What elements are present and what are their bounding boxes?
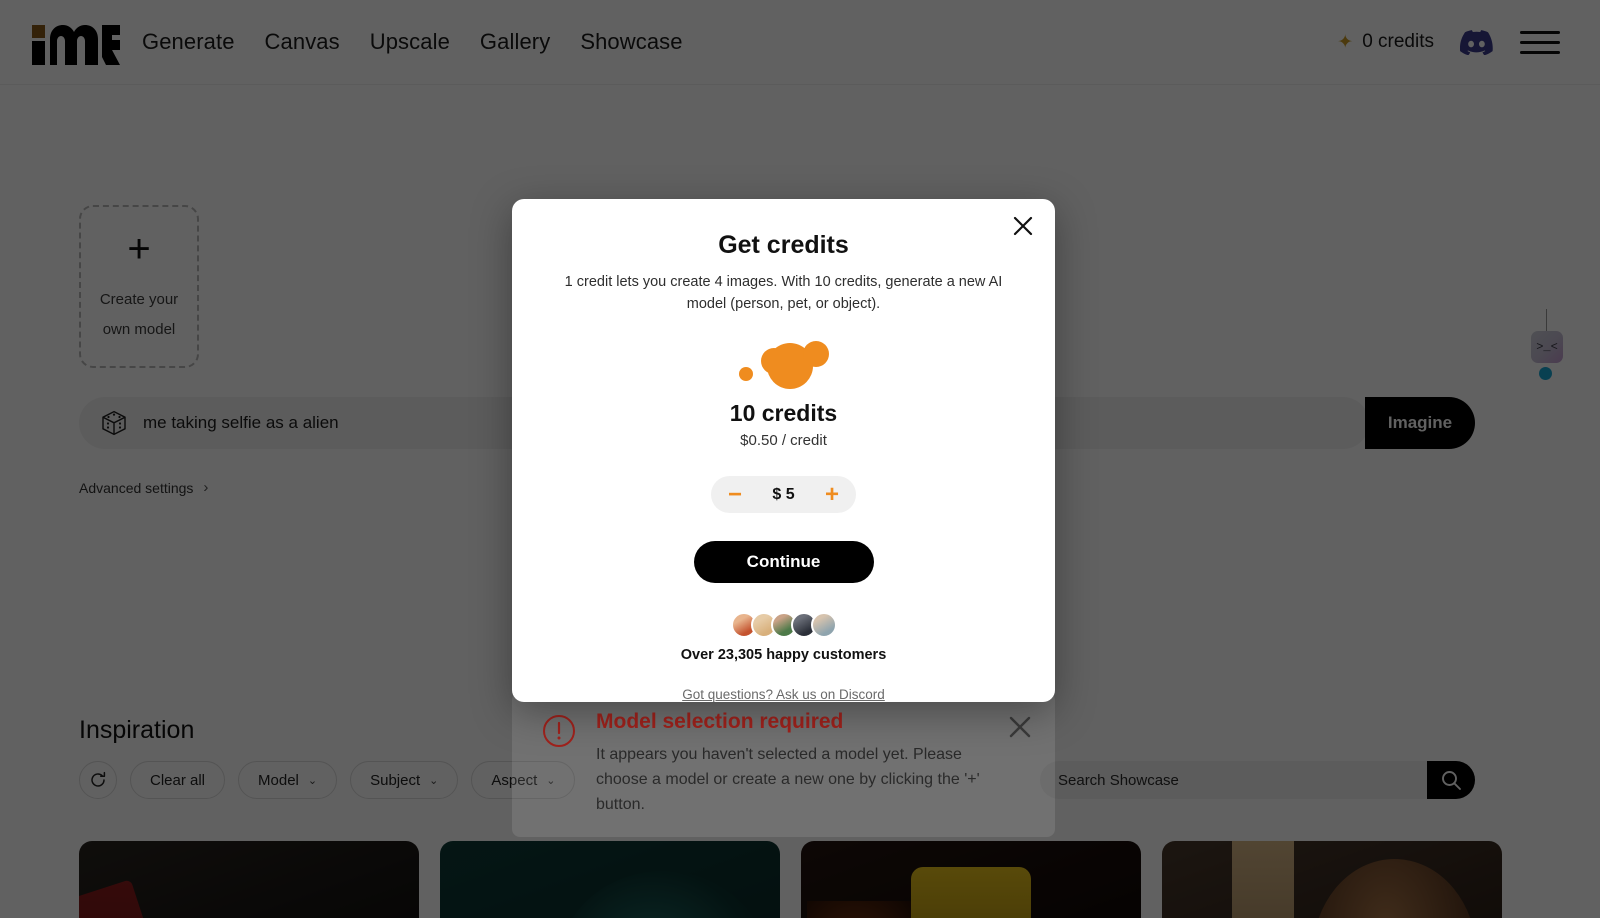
stepper-decrease-button[interactable]: − xyxy=(728,482,742,507)
stepper-increase-button[interactable]: + xyxy=(825,482,839,507)
social-proof-label: Over 23,305 happy customers xyxy=(680,647,887,664)
toast-close-button[interactable] xyxy=(1005,712,1035,819)
credit-amount-label: 10 credits xyxy=(729,400,838,427)
close-icon xyxy=(1013,216,1033,236)
app-root: Generate Canvas Upscale Gallery Showcase… xyxy=(0,0,1600,918)
continue-button[interactable]: Continue xyxy=(693,541,874,584)
customer-avatars xyxy=(512,612,1055,639)
toast-title: Model selection required xyxy=(596,710,844,733)
modal-subtitle: 1 credit lets you create 4 images. With … xyxy=(564,274,1003,313)
toast-message: It appears you haven't selected a model … xyxy=(596,746,980,813)
stepper-value: $ 5 xyxy=(772,485,795,503)
avatar xyxy=(810,612,837,639)
discord-help-link[interactable]: Got questions? Ask us on Discord xyxy=(512,687,1055,702)
model-selection-toast: Model selection required It appears you … xyxy=(512,692,1055,837)
credit-bubbles-icon xyxy=(738,341,829,390)
amount-stepper: − $ 5 + xyxy=(711,476,856,514)
modal-title: Get credits xyxy=(718,231,849,259)
alert-circle-icon xyxy=(542,714,576,819)
modal-close-button[interactable] xyxy=(1008,211,1038,241)
get-credits-modal: Get credits 1 credit lets you create 4 i… xyxy=(512,199,1055,702)
credit-rate-label: $0.50 / credit xyxy=(740,432,827,450)
toast-body: Model selection required It appears you … xyxy=(596,710,985,819)
